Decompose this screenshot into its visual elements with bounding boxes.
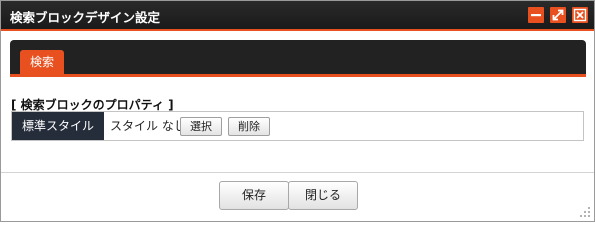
close-icon — [573, 8, 587, 22]
property-value: スタイル なし — [110, 119, 186, 133]
close-window-button[interactable] — [572, 7, 588, 23]
design-settings-dialog: 検索ブロックデザイン設定 検索 [ 検索ブロックのプロパティ ] 標準スタイル … — [0, 0, 595, 222]
footer-divider — [1, 172, 594, 173]
minimize-icon — [531, 14, 541, 17]
maximize-button[interactable] — [550, 7, 566, 23]
tab-strip: 検索 — [10, 40, 586, 77]
property-row: 標準スタイル スタイル なし 選択 削除 — [11, 111, 584, 141]
select-button[interactable]: 選択 — [180, 117, 222, 136]
save-button[interactable]: 保存 — [219, 181, 289, 210]
minimize-button[interactable] — [528, 7, 544, 23]
tab-search[interactable]: 検索 — [20, 50, 64, 75]
title-bar[interactable]: 検索ブロックデザイン設定 — [1, 1, 594, 31]
resize-grip-icon[interactable] — [579, 206, 591, 218]
delete-button[interactable]: 削除 — [228, 117, 270, 136]
property-label: 標準スタイル — [12, 112, 104, 140]
close-button[interactable]: 閉じる — [288, 181, 358, 210]
window-title: 検索ブロックデザイン設定 — [10, 10, 161, 25]
maximize-icon — [552, 9, 564, 21]
